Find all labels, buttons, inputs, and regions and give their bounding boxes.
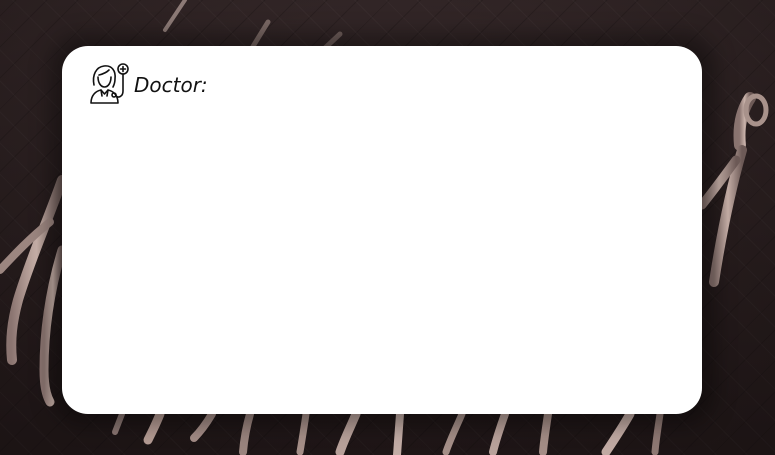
speaker-header: Doctor: — [88, 60, 208, 106]
doctor-icon — [88, 61, 130, 105]
speaker-label: Doctor: — [134, 73, 208, 97]
message-text — [92, 116, 672, 396]
dialogue-card: Doctor: — [62, 46, 702, 414]
